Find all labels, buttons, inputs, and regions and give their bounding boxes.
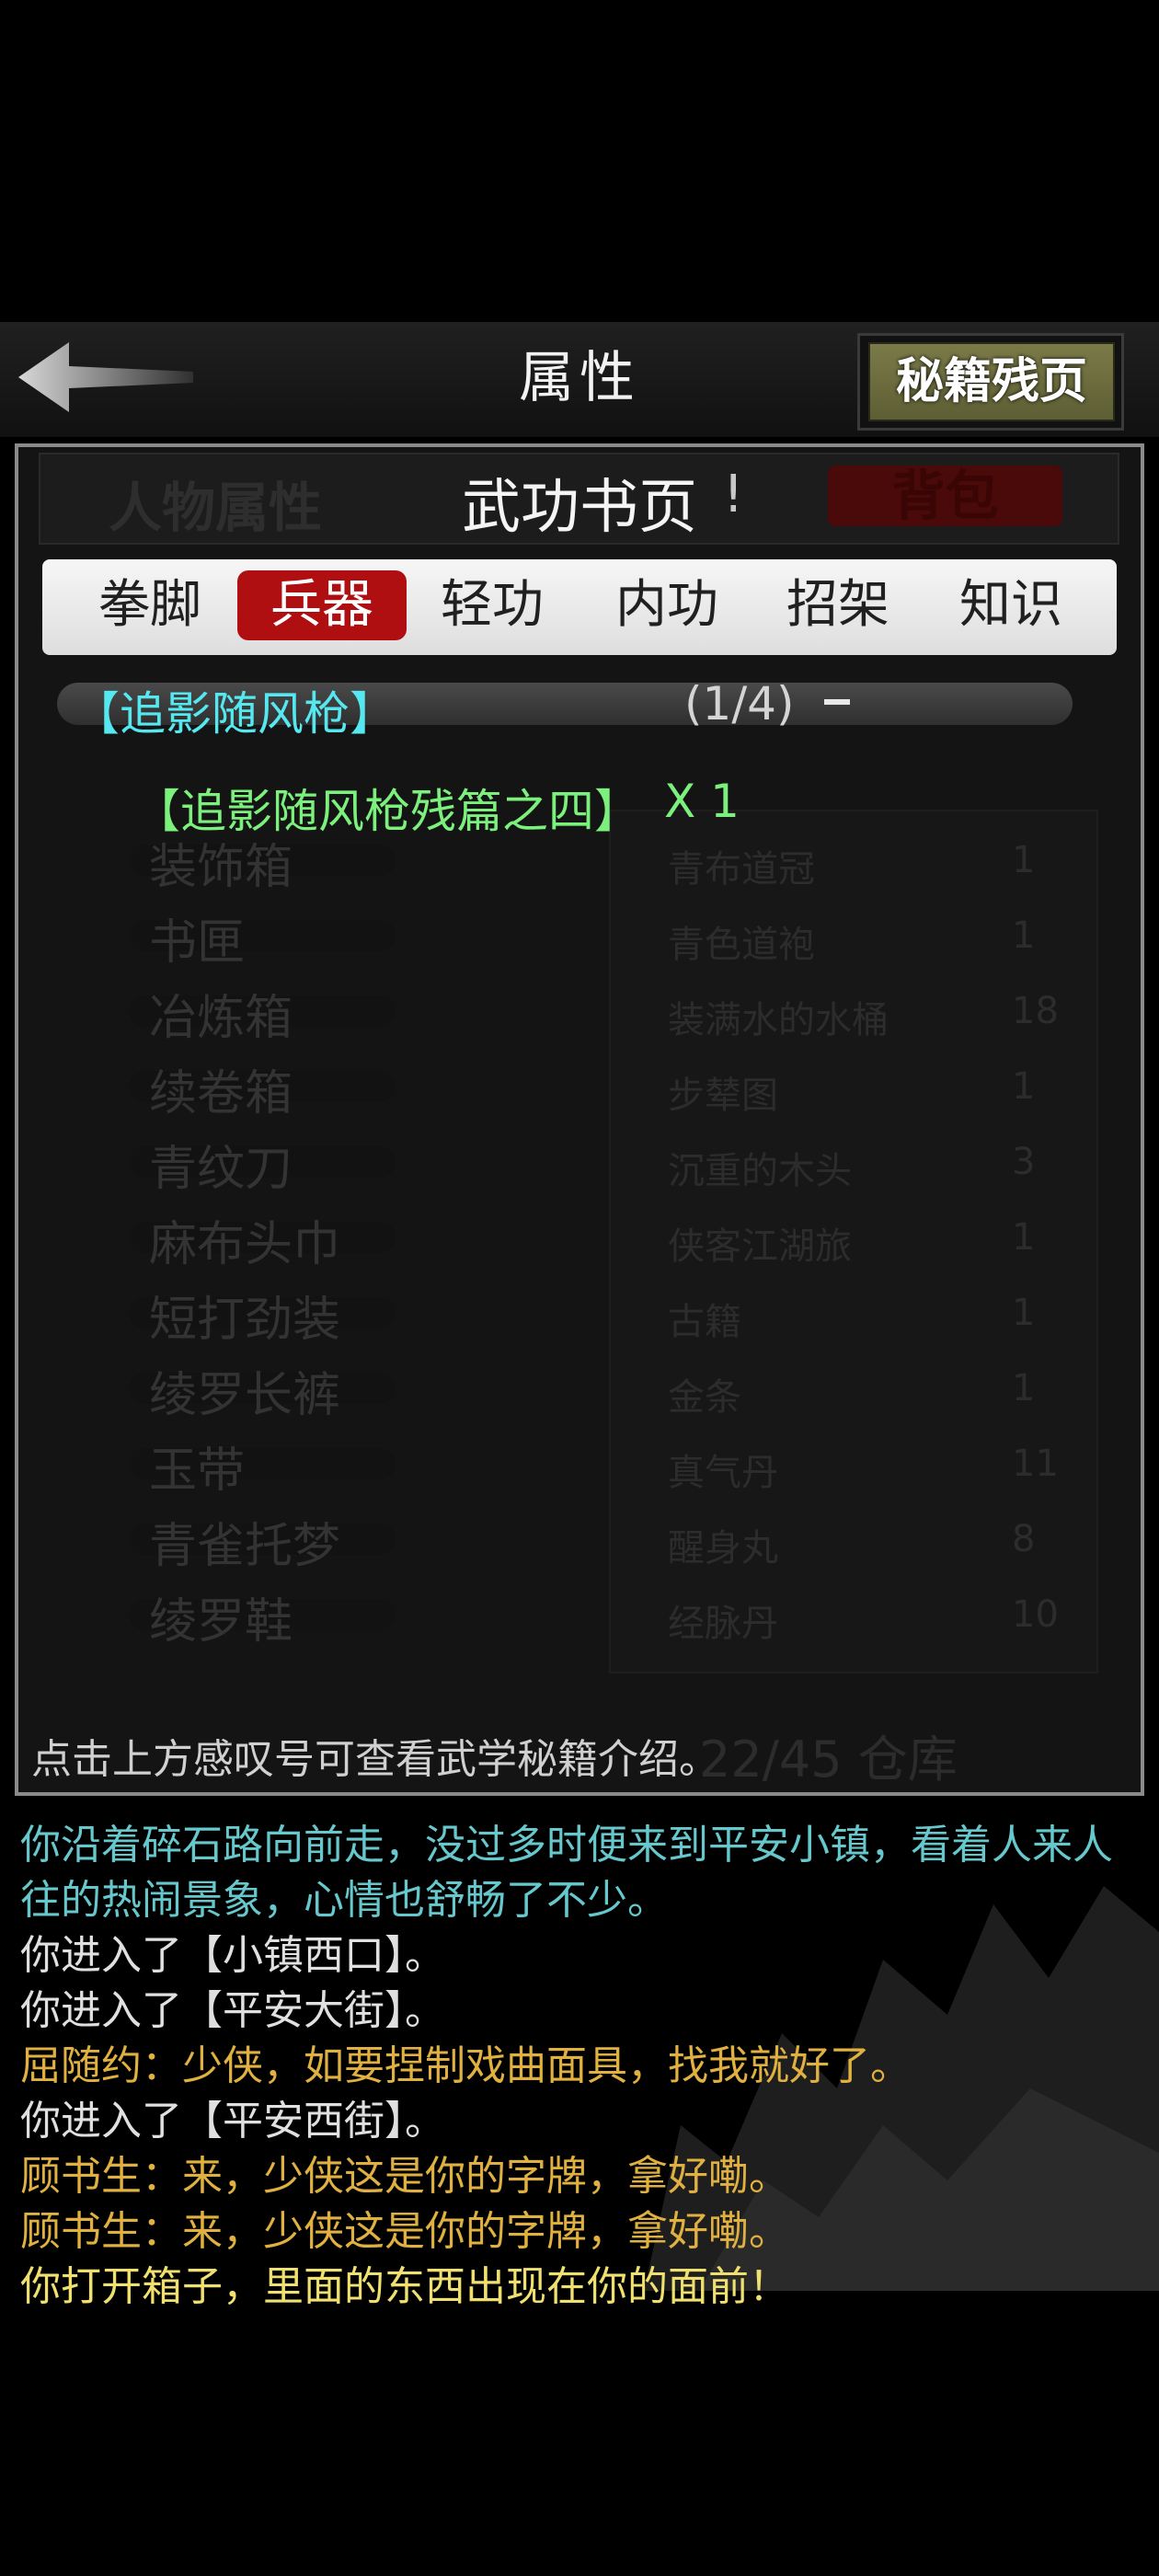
log-line: 你沿着碎石路向前走，没过多时便来到平安小镇，看着人来人往的热闹景象，心情也舒畅了… xyxy=(20,1822,1113,1924)
fragment-item-count: X 1 xyxy=(664,775,740,828)
log-line: 顾书生：来，少侠这是你的字牌，拿好嘞。 xyxy=(20,2208,789,2255)
ghost-item-right: 沉重的木头 xyxy=(668,1150,852,1192)
ghost-item-qty: 8 xyxy=(1012,1518,1036,1560)
ghost-item-right: 金条 xyxy=(668,1376,741,1419)
ghost-capacity: 22/45 仓库 xyxy=(699,1731,958,1788)
ghost-item-qty: 10 xyxy=(1012,1593,1059,1636)
category-tab-weapon[interactable]: 兵器 xyxy=(237,570,407,640)
category-tab-inner[interactable]: 内功 xyxy=(607,570,727,640)
log-line: 你打开箱子，里面的东西出现在你的面前！ xyxy=(20,2263,789,2310)
log-line: 屈随约：少侠，如要捏制戏曲面具，找我就好了。 xyxy=(20,2042,911,2089)
ghost-item-right: 真气丹 xyxy=(668,1452,778,1494)
ghost-item-qty: 1 xyxy=(1012,1367,1036,1409)
ghost-item-right: 装满水的水桶 xyxy=(668,999,889,1041)
secret-pages-button[interactable]: 秘籍残页 xyxy=(868,342,1115,421)
ghost-item-qty: 1 xyxy=(1012,1065,1036,1108)
log-line: 你进入了【平安大街】。 xyxy=(20,1987,445,2034)
ghost-item-qty: 1 xyxy=(1012,1292,1036,1334)
collapse-minus-icon[interactable] xyxy=(824,699,850,705)
message-log: 你沿着碎石路向前走，没过多时便来到平安小镇，看着人来人往的热闹景象，心情也舒畅了… xyxy=(20,1818,1142,2315)
panel-title: 武功书页 xyxy=(462,474,697,542)
ghost-item-qty: 1 xyxy=(1012,914,1036,957)
ghost-item-qty: 1 xyxy=(1012,1216,1036,1259)
ghost-item: 冶炼箱 xyxy=(149,991,293,1046)
info-exclamation-button[interactable]: ! xyxy=(723,465,743,524)
ghost-item-right: 青布道冠 xyxy=(668,848,815,891)
log-line: 顾书生：来，少侠这是你的字牌，拿好嘞。 xyxy=(20,2153,789,2200)
ghost-item: 青纹刀 xyxy=(149,1142,293,1197)
ghost-item-qty: 11 xyxy=(1012,1443,1059,1485)
category-tab-parry[interactable]: 招架 xyxy=(778,570,898,640)
ghost-item-right: 青色道袍 xyxy=(668,924,815,966)
skill-progress: (1/4) xyxy=(684,677,795,730)
ghost-item-qty: 18 xyxy=(1012,990,1059,1032)
hint-text: 点击上方感叹号可查看武学秘籍介绍。 xyxy=(31,1736,719,1783)
ghost-item-right: 步辇图 xyxy=(668,1075,778,1117)
ghost-item: 书匣 xyxy=(149,915,246,971)
ghost-item-right: 古籍 xyxy=(668,1301,741,1343)
log-line: 你进入了【平安西街】。 xyxy=(20,2098,445,2145)
category-tab-lightness[interactable]: 轻功 xyxy=(432,570,552,640)
ghost-item: 续卷箱 xyxy=(149,1066,293,1121)
category-tab-fist[interactable]: 拳脚 xyxy=(90,570,210,640)
ghost-item-qty: 3 xyxy=(1012,1141,1036,1183)
ghost-item-right: 经脉丹 xyxy=(668,1603,778,1645)
ghost-item: 短打劲装 xyxy=(149,1293,341,1348)
ghost-item: 玉带 xyxy=(149,1443,246,1499)
ghost-item: 麻布头巾 xyxy=(149,1217,341,1272)
skill-name: 【追影随风枪】 xyxy=(74,687,396,741)
ghost-item-qty: 1 xyxy=(1012,839,1036,881)
ghost-item-right: 醒身丸 xyxy=(668,1527,778,1570)
category-tab-knowledge[interactable]: 知识 xyxy=(951,570,1071,640)
ghost-item: 绫罗鞋 xyxy=(149,1594,293,1650)
log-line: 你进入了【小镇西口】。 xyxy=(20,1932,445,1979)
ghost-item: 绫罗长裤 xyxy=(149,1368,341,1423)
ghost-item-right: 侠客江湖旅 xyxy=(668,1225,852,1268)
fragment-item-name: 【追影随风枪残篇之四】 xyxy=(134,785,640,838)
ghost-item: 青雀托梦 xyxy=(149,1519,341,1574)
